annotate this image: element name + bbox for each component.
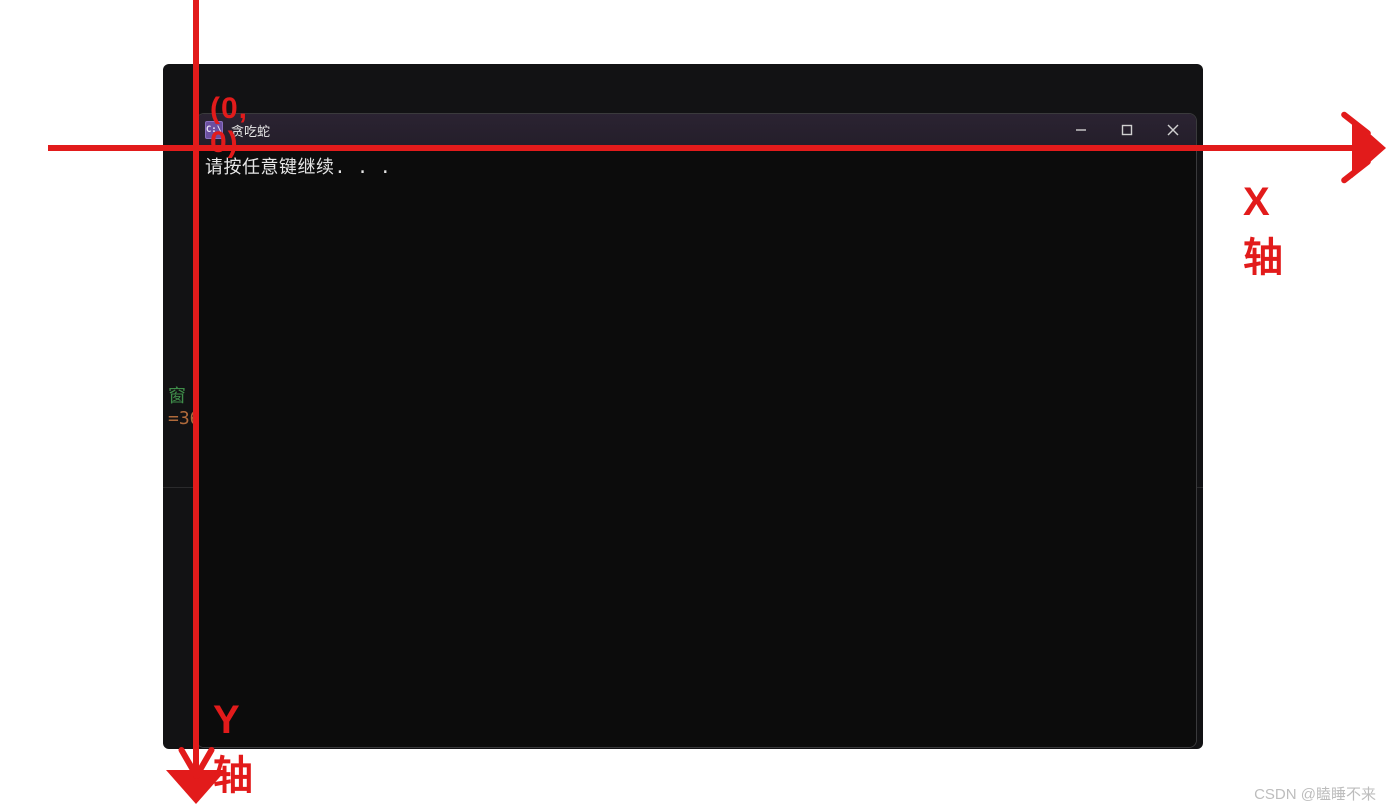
diagram-stage: 窗 =36 C:\ 贪吃蛇 请按任意键继续. . .: [0, 0, 1388, 810]
console-body[interactable]: 请按任意键继续. . .: [197, 147, 1196, 747]
close-button[interactable]: [1150, 114, 1196, 146]
x-axis-arrow-flare: [1340, 158, 1372, 185]
minimize-icon: [1075, 124, 1087, 136]
editor-fragment-1: 窗: [168, 382, 186, 408]
titlebar[interactable]: C:\ 贪吃蛇: [197, 114, 1196, 147]
window-buttons: [1058, 114, 1196, 146]
x-axis-label: X轴: [1243, 180, 1283, 283]
y-axis-arrow-flare: [192, 746, 215, 780]
minimize-button[interactable]: [1058, 114, 1104, 146]
maximize-button[interactable]: [1104, 114, 1150, 146]
x-axis-arrow-flare: [1340, 111, 1372, 138]
console-window: C:\ 贪吃蛇 请按任意键继续. . .: [196, 113, 1197, 748]
app-icon: C:\: [205, 121, 223, 139]
window-title: 贪吃蛇: [231, 121, 270, 140]
x-axis-arrowhead: [1352, 118, 1386, 178]
maximize-icon: [1121, 124, 1133, 136]
close-icon: [1167, 124, 1179, 136]
watermark: CSDN @瞌睡不来: [1254, 783, 1376, 804]
console-output-line: 请按任意键继续. . .: [205, 157, 391, 178]
y-axis-arrow-flare: [177, 746, 200, 780]
y-axis-arrowhead: [166, 770, 226, 804]
